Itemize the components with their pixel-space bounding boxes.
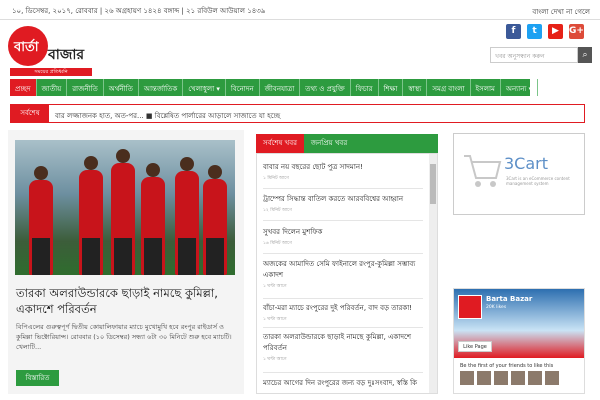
avatar[interactable] [511, 371, 525, 385]
nav-item-country[interactable]: সমগ্র বাংলা [427, 79, 471, 96]
fb-page-name[interactable]: Barta Bazar [486, 295, 532, 303]
tab-latest-news[interactable]: সর্বশেষ খবর [256, 134, 304, 153]
scrollbar-thumb[interactable] [430, 164, 436, 204]
nav-item-technology[interactable]: তথ্য ও প্রযুক্তি [300, 79, 351, 96]
avatar[interactable] [545, 371, 559, 385]
tab-popular-news[interactable]: জনপ্রিয় খবর [304, 134, 354, 153]
fb-likes-count: 20K likes [486, 305, 507, 310]
search-icon[interactable]: ⌕ [578, 47, 592, 63]
site-logo[interactable]: বার্তা বাজার সময়ের প্রতিধ্বনি [8, 26, 98, 76]
logo-brand-second: বাজার [48, 47, 85, 63]
lead-summary: বিপিএলের গুরুত্বপূর্ণ দ্বিতীয় কোয়ালিফা… [16, 323, 232, 351]
list-item[interactable]: সুখবর দিলেন মুশফিক ১৬ মিনিট আগে [263, 227, 427, 247]
youtube-icon[interactable]: ▶ [548, 24, 563, 39]
nav-item-others[interactable]: অন্যান্য ▾ [501, 79, 539, 96]
top-date-bar: ১০, ডিসেম্বর, ২০১৭, রোববার | ২৬ অগ্রহায়… [0, 0, 600, 20]
list-item[interactable]: অজকের আমাদিত সেমি ফাইনালে রংপুর-কুমিল্লা… [263, 259, 427, 290]
avatar[interactable] [528, 371, 542, 385]
nav-item-home[interactable]: প্রচ্ছদ [10, 79, 37, 96]
date-text: ১০, ডিসেম্বর, ২০১৭, রোববার | ২৬ অগ্রহায়… [12, 7, 266, 15]
avatar[interactable] [477, 371, 491, 385]
ad-subtitle: 3Cart is an eCommerce content management… [506, 176, 570, 186]
nav-item-education[interactable]: শিক্ষা [379, 79, 404, 96]
fb-friends-text: Be the first of your friends to like thi… [460, 363, 554, 369]
list-item[interactable]: ট্রাম্পের সিদ্ধান্ত বাতিল করতে আরববিশ্বে… [263, 194, 427, 214]
ticker-label: সর্বশেষ [11, 105, 49, 122]
nav-item-international[interactable]: আন্তর্জাতিক [139, 79, 184, 96]
nav-item-sports[interactable]: খেলাধুলা ▾ [183, 79, 226, 96]
latest-news-list: বাবার নয় বছরের ছোট পুত্র সাদমান! ১ মিনি… [256, 153, 438, 394]
main-navigation: প্রচ্ছদ জাতীয় রাজনীতি অর্থনীতি আন্তর্জা… [10, 79, 539, 96]
logo-tagline: সময়ের প্রতিধ্বনি [10, 68, 92, 76]
nav-item-islam[interactable]: ইসলাম [471, 79, 501, 96]
list-item[interactable]: বাবার নয় বছরের ছোট পুত্র সাদমান! ১ মিনি… [263, 162, 427, 182]
ticker-text[interactable]: বার লজ্জাজনক হাত, অত-পর... ■ বিশ্লেষিত প… [55, 110, 280, 122]
facebook-icon[interactable]: f [506, 24, 521, 39]
facebook-page-widget: Barta Bazar 20K likes Like Page Be the f… [453, 288, 585, 394]
nav-item-economy[interactable]: অর্থনীতি [104, 79, 139, 96]
nav-item-politics[interactable]: রাজনীতি [67, 79, 104, 96]
fb-friend-avatars [460, 371, 559, 385]
fb-page-avatar[interactable] [458, 295, 482, 319]
lead-headline[interactable]: তারকা অলরাউন্ডারকে ছাড়াই নামছে কুমিল্লা… [16, 285, 238, 317]
avatar[interactable] [494, 371, 508, 385]
news-scrollbar[interactable] [429, 154, 437, 393]
news-tabs: সর্বশেষ খবর জনপ্রিয় খবর [256, 134, 438, 153]
nav-item-feature[interactable]: ফিচার [351, 79, 379, 96]
search-input[interactable]: খবর অনুসন্ধান করুন [490, 47, 578, 63]
nav-item-lifestyle[interactable]: জীবনযাত্রা [260, 79, 301, 96]
read-more-button[interactable]: বিস্তারিত [16, 370, 59, 386]
avatar[interactable] [460, 371, 474, 385]
fb-like-button[interactable]: Like Page [458, 341, 492, 352]
cart-icon [464, 155, 502, 187]
nav-item-health[interactable]: স্বাস্থ্য [403, 79, 428, 96]
fb-cover-image[interactable]: Barta Bazar 20K likes Like Page [454, 289, 584, 358]
twitter-icon[interactable]: t [527, 24, 542, 39]
lead-story: তারকা অলরাউন্ডারকে ছাড়াই নামছে কুমিল্লা… [8, 130, 244, 394]
logo-brand-first: বার্তা [14, 40, 39, 55]
list-item[interactable]: তারকা অলরাউন্ডারকে ছাড়াই নামছে কুমিল্লা… [263, 332, 427, 363]
list-item[interactable]: বাঁচা-মরা ম্যাচে রংপুরের দুই পরিবর্তন, ব… [263, 303, 427, 323]
advertisement-3cart[interactable]: 3Cart 3Cart is an eCommerce content mana… [453, 133, 585, 215]
google-plus-icon[interactable]: G+ [569, 24, 584, 39]
nav-item-national[interactable]: জাতীয় [37, 79, 68, 96]
ad-brand: 3Cart [504, 154, 549, 173]
breaking-news-ticker: সর্বশেষ বার লজ্জাজনক হাত, অত-পর... ■ বিশ… [10, 104, 585, 123]
bangla-help-link[interactable]: বাংলা দেখা না গেলে [532, 6, 590, 18]
lead-story-photo[interactable] [15, 140, 235, 275]
nav-item-entertainment[interactable]: বিনোদন [226, 79, 260, 96]
list-item[interactable]: ম্যাচের আগের দিন রংপুরের জন্য বড় দুঃসংব… [263, 378, 427, 389]
